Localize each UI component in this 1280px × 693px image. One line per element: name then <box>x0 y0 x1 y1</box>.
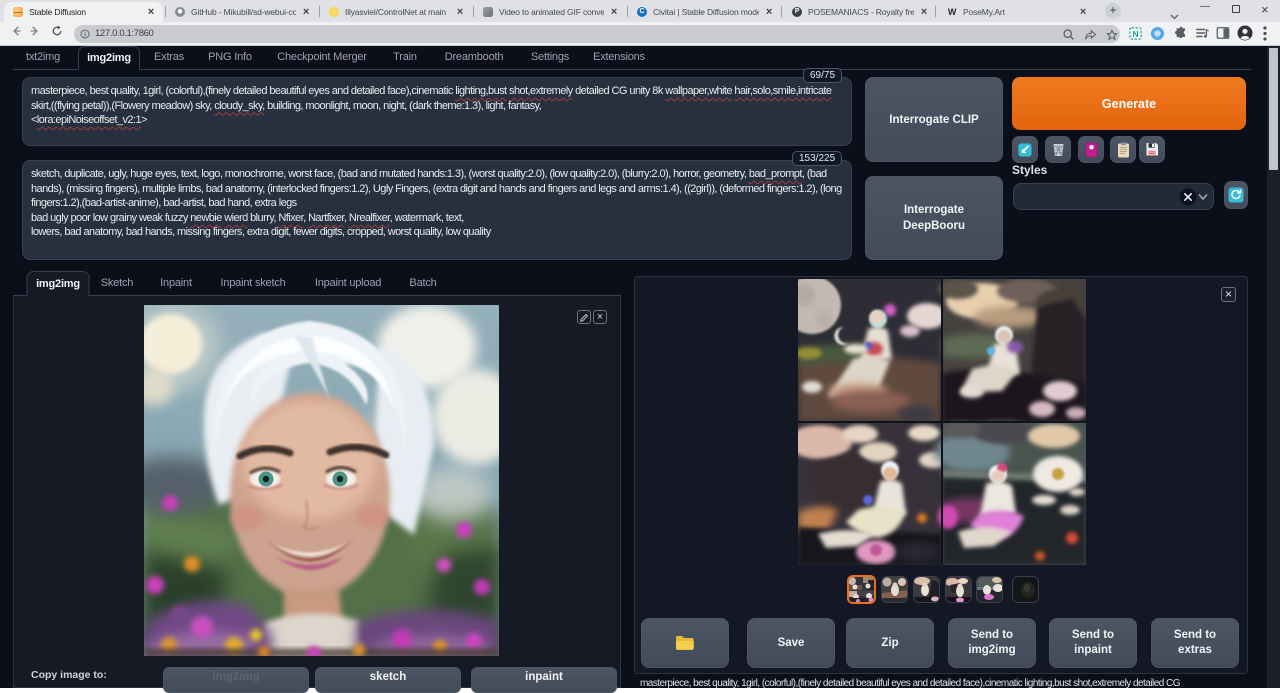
svg-text:N: N <box>1132 29 1138 39</box>
